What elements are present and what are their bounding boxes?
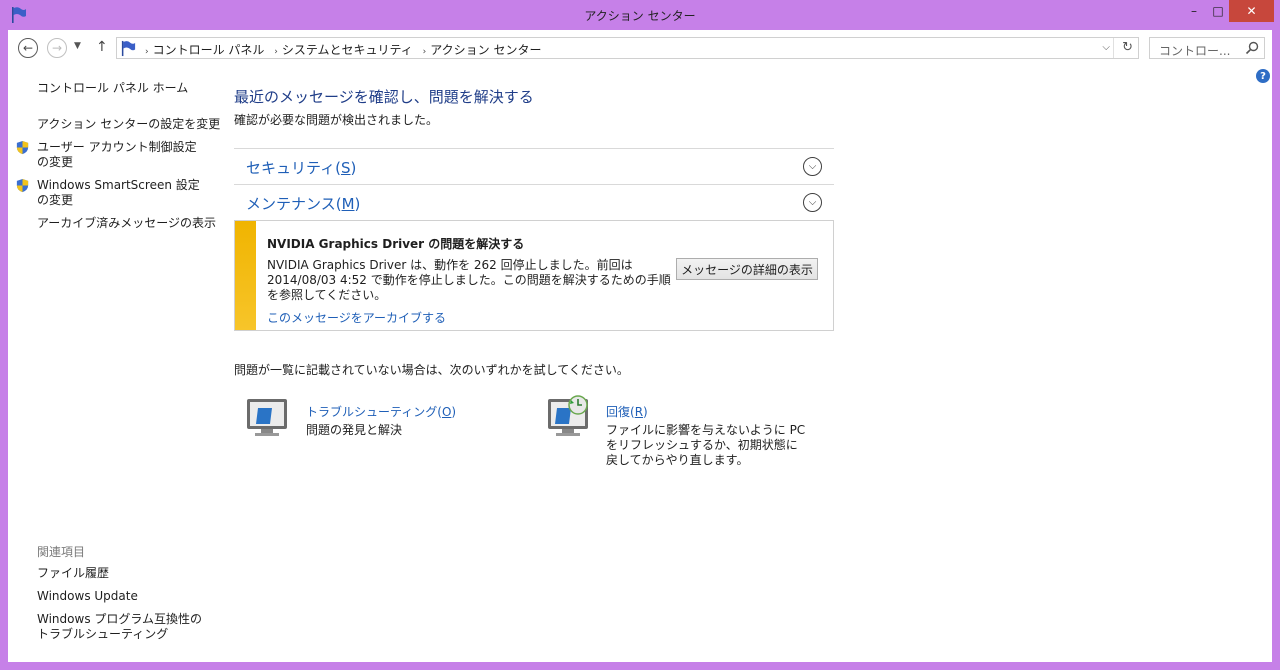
address-bar[interactable]: › コントロール パネル › システムとセキュリティ › アクション センター ⌵ ↻ (116, 37, 1139, 59)
section-maintenance[interactable]: メンテナンス(M) ⌵ (234, 184, 834, 220)
warning-severity-bar (235, 221, 256, 330)
section-maintenance-label[interactable]: メンテナンス(M) (246, 193, 360, 214)
sidebar-link-change-settings[interactable]: アクション センターの設定を変更 (37, 117, 220, 132)
action-center-flag-icon (121, 40, 136, 57)
sidebar-link-compat-troubleshooting[interactable]: Windows プログラム互換性のトラブルシューティング (37, 612, 209, 642)
breadcrumb-system-security[interactable]: システムとセキュリティ (282, 43, 413, 57)
address-divider (1113, 38, 1114, 58)
message-title: NVIDIA Graphics Driver の問題を解決する (267, 237, 525, 251)
recovery-description: ファイルに影響を与えないように PC をリフレッシュするか、初期状態に戻してから… (606, 423, 806, 467)
maximize-button[interactable]: □ (1204, 0, 1232, 22)
sidebar-link-control-panel-home[interactable]: コントロール パネル ホーム (37, 81, 188, 96)
section-security[interactable]: セキュリティ(S) ⌵ (234, 148, 834, 184)
message-card: NVIDIA Graphics Driver の問題を解決する NVIDIA G… (234, 220, 834, 331)
sidebar-link-file-history[interactable]: ファイル履歴 (37, 566, 109, 581)
page-title: 最近のメッセージを確認し、問題を解決する (234, 88, 534, 106)
sidebar-link-archived-messages[interactable]: アーカイブ済みメッセージの表示 (37, 216, 216, 231)
section-maintenance-accesskey: M (341, 195, 355, 213)
sidebar-link-smartscreen[interactable]: Windows SmartScreen 設定の変更 (37, 178, 207, 208)
refresh-button[interactable]: ↻ (1122, 40, 1133, 55)
chevron-down-icon[interactable]: ⌵ (803, 157, 822, 176)
recovery-accesskey: R (634, 405, 644, 419)
sidebar-link-uac-settings[interactable]: ユーザー アカウント制御設定の変更 (37, 140, 207, 170)
back-button[interactable]: ← (18, 38, 38, 58)
breadcrumb-action-center[interactable]: アクション センター (430, 43, 541, 57)
breadcrumb: › コントロール パネル › システムとセキュリティ › アクション センター (139, 41, 541, 58)
uac-shield-icon (16, 178, 29, 193)
breadcrumb-separator[interactable]: › (274, 47, 278, 57)
view-message-details-button[interactable]: メッセージの詳細の表示 (676, 258, 818, 280)
section-maintenance-text: メンテナンス (246, 195, 336, 213)
page-subtitle: 確認が必要な問題が検出されました。 (234, 113, 439, 127)
alternative-hint: 問題が一覧に記載されていない場合は、次のいずれかを試してください。 (234, 363, 629, 377)
navigation-bar: ← → ▼ ↑ › コントロール パネル › システムとセキュリティ › アクション … (8, 30, 1272, 66)
recent-locations-dropdown[interactable]: ▼ (74, 41, 81, 51)
troubleshooting-link-text: トラブルシューティング (306, 405, 438, 419)
title-bar: アクション センター – □ ✕ (0, 0, 1280, 30)
forward-button[interactable]: → (47, 38, 67, 58)
address-history-dropdown-icon[interactable]: ⌵ (1102, 42, 1110, 53)
window-title: アクション センター (584, 9, 696, 23)
chevron-down-icon[interactable]: ⌵ (803, 193, 822, 212)
help-icon[interactable]: ? (1256, 69, 1270, 83)
section-security-accesskey: S (340, 159, 351, 177)
window-content: ← → ▼ ↑ › コントロール パネル › システムとセキュリティ › アクション … (8, 30, 1272, 662)
related-heading: 関連項目 (37, 545, 86, 559)
section-security-label[interactable]: セキュリティ(S) (246, 157, 356, 178)
troubleshooting-description: 問題の発見と解決 (306, 423, 403, 437)
breadcrumb-separator[interactable]: › (145, 47, 149, 57)
recovery-icon[interactable] (545, 394, 593, 438)
archive-message-link[interactable]: このメッセージをアーカイブする (267, 309, 446, 326)
message-body: NVIDIA Graphics Driver は、動作を 262 回停止しました… (267, 258, 671, 302)
uac-shield-icon (16, 140, 29, 155)
search-icon[interactable] (1245, 41, 1259, 55)
recovery-link[interactable]: 回復(R) (606, 403, 648, 420)
search-box[interactable]: コントロー... (1149, 37, 1265, 59)
up-button[interactable]: ↑ (96, 39, 108, 55)
recovery-link-text: 回復 (606, 405, 631, 419)
troubleshooting-link[interactable]: トラブルシューティング(O) (306, 403, 456, 420)
troubleshoot-icon[interactable] (244, 396, 292, 440)
breadcrumb-control-panel[interactable]: コントロール パネル (153, 43, 265, 57)
troubleshooting-accesskey: O (441, 405, 452, 419)
search-placeholder: コントロー... (1159, 44, 1231, 58)
sidebar-link-windows-update[interactable]: Windows Update (37, 589, 138, 604)
close-button[interactable]: ✕ (1229, 0, 1274, 22)
section-security-text: セキュリティ (246, 159, 336, 177)
breadcrumb-separator[interactable]: › (423, 47, 427, 57)
